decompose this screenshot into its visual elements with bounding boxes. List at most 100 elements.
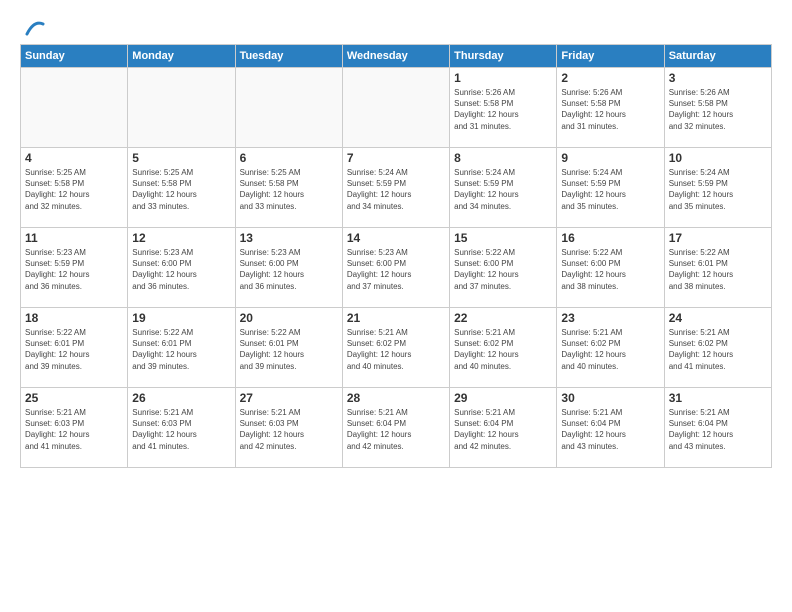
day-number: 18 bbox=[25, 311, 123, 325]
calendar-cell: 2 Sunrise: 5:26 AM Sunset: 5:58 PM Daylig… bbox=[557, 68, 664, 148]
calendar-week-row: 1 Sunrise: 5:26 AM Sunset: 5:58 PM Daylig… bbox=[21, 68, 772, 148]
calendar-cell: 18 Sunrise: 5:22 AM Sunset: 6:01 PM Dayli… bbox=[21, 308, 128, 388]
day-number: 15 bbox=[454, 231, 552, 245]
day-number: 21 bbox=[347, 311, 445, 325]
calendar-cell bbox=[128, 68, 235, 148]
day-number: 10 bbox=[669, 151, 767, 165]
day-info: Sunrise: 5:21 AM Sunset: 6:02 PM Dayligh… bbox=[561, 327, 659, 372]
calendar-cell: 29 Sunrise: 5:21 AM Sunset: 6:04 PM Dayli… bbox=[450, 388, 557, 468]
day-info: Sunrise: 5:21 AM Sunset: 6:03 PM Dayligh… bbox=[240, 407, 338, 452]
day-info: Sunrise: 5:21 AM Sunset: 6:04 PM Dayligh… bbox=[561, 407, 659, 452]
calendar-header-thursday: Thursday bbox=[450, 45, 557, 68]
day-info: Sunrise: 5:23 AM Sunset: 6:00 PM Dayligh… bbox=[347, 247, 445, 292]
calendar-cell: 26 Sunrise: 5:21 AM Sunset: 6:03 PM Dayli… bbox=[128, 388, 235, 468]
day-number: 1 bbox=[454, 71, 552, 85]
day-info: Sunrise: 5:22 AM Sunset: 6:01 PM Dayligh… bbox=[240, 327, 338, 372]
calendar-header-tuesday: Tuesday bbox=[235, 45, 342, 68]
day-info: Sunrise: 5:21 AM Sunset: 6:03 PM Dayligh… bbox=[132, 407, 230, 452]
day-number: 25 bbox=[25, 391, 123, 405]
day-number: 11 bbox=[25, 231, 123, 245]
calendar-cell: 19 Sunrise: 5:22 AM Sunset: 6:01 PM Dayli… bbox=[128, 308, 235, 388]
page: SundayMondayTuesdayWednesdayThursdayFrid… bbox=[0, 0, 792, 612]
calendar-cell: 4 Sunrise: 5:25 AM Sunset: 5:58 PM Daylig… bbox=[21, 148, 128, 228]
day-number: 8 bbox=[454, 151, 552, 165]
day-info: Sunrise: 5:24 AM Sunset: 5:59 PM Dayligh… bbox=[347, 167, 445, 212]
calendar-header-sunday: Sunday bbox=[21, 45, 128, 68]
day-number: 24 bbox=[669, 311, 767, 325]
logo bbox=[20, 18, 45, 38]
calendar-header-friday: Friday bbox=[557, 45, 664, 68]
calendar-cell bbox=[342, 68, 449, 148]
day-info: Sunrise: 5:22 AM Sunset: 6:00 PM Dayligh… bbox=[561, 247, 659, 292]
calendar-week-row: 11 Sunrise: 5:23 AM Sunset: 5:59 PM Dayli… bbox=[21, 228, 772, 308]
calendar-cell: 15Sunrise: 5:22 AM Sunset: 6:00 PM Dayli… bbox=[450, 228, 557, 308]
day-info: Sunrise: 5:21 AM Sunset: 6:02 PM Dayligh… bbox=[347, 327, 445, 372]
day-info: Sunrise: 5:23 AM Sunset: 5:59 PM Dayligh… bbox=[25, 247, 123, 292]
day-info: Sunrise: 5:22 AM Sunset: 6:01 PM Dayligh… bbox=[132, 327, 230, 372]
calendar-week-row: 18 Sunrise: 5:22 AM Sunset: 6:01 PM Dayli… bbox=[21, 308, 772, 388]
day-info: Sunrise: 5:21 AM Sunset: 6:04 PM Dayligh… bbox=[347, 407, 445, 452]
calendar-cell: 31 Sunrise: 5:21 AM Sunset: 6:04 PM Dayli… bbox=[664, 388, 771, 468]
calendar-cell: 9 Sunrise: 5:24 AM Sunset: 5:59 PM Daylig… bbox=[557, 148, 664, 228]
day-info: Sunrise: 5:25 AM Sunset: 5:58 PM Dayligh… bbox=[25, 167, 123, 212]
calendar-cell: 21 Sunrise: 5:21 AM Sunset: 6:02 PM Dayli… bbox=[342, 308, 449, 388]
day-info: Sunrise: 5:26 AM Sunset: 5:58 PM Dayligh… bbox=[561, 87, 659, 132]
calendar-cell: 8 Sunrise: 5:24 AM Sunset: 5:59 PM Daylig… bbox=[450, 148, 557, 228]
calendar-cell: 11 Sunrise: 5:23 AM Sunset: 5:59 PM Dayli… bbox=[21, 228, 128, 308]
day-number: 27 bbox=[240, 391, 338, 405]
day-number: 12 bbox=[132, 231, 230, 245]
calendar-cell: 27 Sunrise: 5:21 AM Sunset: 6:03 PM Dayli… bbox=[235, 388, 342, 468]
calendar-cell: 3 Sunrise: 5:26 AM Sunset: 5:58 PM Daylig… bbox=[664, 68, 771, 148]
day-info: Sunrise: 5:21 AM Sunset: 6:04 PM Dayligh… bbox=[454, 407, 552, 452]
calendar-cell: 14 Sunrise: 5:23 AM Sunset: 6:00 PM Dayli… bbox=[342, 228, 449, 308]
calendar-cell: 5 Sunrise: 5:25 AM Sunset: 5:58 PM Daylig… bbox=[128, 148, 235, 228]
day-number: 6 bbox=[240, 151, 338, 165]
day-info: Sunrise: 5:26 AM Sunset: 5:58 PM Dayligh… bbox=[454, 87, 552, 132]
day-number: 9 bbox=[561, 151, 659, 165]
calendar-cell: 20 Sunrise: 5:22 AM Sunset: 6:01 PM Dayli… bbox=[235, 308, 342, 388]
day-number: 5 bbox=[132, 151, 230, 165]
calendar-week-row: 25 Sunrise: 5:21 AM Sunset: 6:03 PM Dayli… bbox=[21, 388, 772, 468]
calendar-cell bbox=[235, 68, 342, 148]
day-number: 31 bbox=[669, 391, 767, 405]
calendar-cell: 17Sunrise: 5:22 AM Sunset: 6:01 PM Dayli… bbox=[664, 228, 771, 308]
calendar-header-saturday: Saturday bbox=[664, 45, 771, 68]
day-info: Sunrise: 5:21 AM Sunset: 6:04 PM Dayligh… bbox=[669, 407, 767, 452]
logo-icon bbox=[23, 16, 45, 38]
day-number: 17 bbox=[669, 231, 767, 245]
calendar-cell: 23 Sunrise: 5:21 AM Sunset: 6:02 PM Dayli… bbox=[557, 308, 664, 388]
day-info: Sunrise: 5:24 AM Sunset: 5:59 PM Dayligh… bbox=[561, 167, 659, 212]
day-number: 26 bbox=[132, 391, 230, 405]
calendar-cell: 24 Sunrise: 5:21 AM Sunset: 6:02 PM Dayli… bbox=[664, 308, 771, 388]
calendar-header-monday: Monday bbox=[128, 45, 235, 68]
day-number: 23 bbox=[561, 311, 659, 325]
day-number: 20 bbox=[240, 311, 338, 325]
day-number: 2 bbox=[561, 71, 659, 85]
calendar-cell: 28Sunrise: 5:21 AM Sunset: 6:04 PM Dayli… bbox=[342, 388, 449, 468]
day-info: Sunrise: 5:21 AM Sunset: 6:02 PM Dayligh… bbox=[669, 327, 767, 372]
day-number: 19 bbox=[132, 311, 230, 325]
calendar-cell: 6 Sunrise: 5:25 AM Sunset: 5:58 PM Daylig… bbox=[235, 148, 342, 228]
day-number: 4 bbox=[25, 151, 123, 165]
calendar-cell: 7Sunrise: 5:24 AM Sunset: 5:59 PM Daylig… bbox=[342, 148, 449, 228]
calendar: SundayMondayTuesdayWednesdayThursdayFrid… bbox=[20, 44, 772, 468]
day-info: Sunrise: 5:25 AM Sunset: 5:58 PM Dayligh… bbox=[240, 167, 338, 212]
day-info: Sunrise: 5:24 AM Sunset: 5:59 PM Dayligh… bbox=[454, 167, 552, 212]
calendar-header-row: SundayMondayTuesdayWednesdayThursdayFrid… bbox=[21, 45, 772, 68]
day-info: Sunrise: 5:26 AM Sunset: 5:58 PM Dayligh… bbox=[669, 87, 767, 132]
day-info: Sunrise: 5:21 AM Sunset: 6:02 PM Dayligh… bbox=[454, 327, 552, 372]
header bbox=[20, 18, 772, 38]
day-info: Sunrise: 5:24 AM Sunset: 5:59 PM Dayligh… bbox=[669, 167, 767, 212]
day-number: 22 bbox=[454, 311, 552, 325]
day-number: 3 bbox=[669, 71, 767, 85]
calendar-cell: 1 Sunrise: 5:26 AM Sunset: 5:58 PM Daylig… bbox=[450, 68, 557, 148]
calendar-week-row: 4 Sunrise: 5:25 AM Sunset: 5:58 PM Daylig… bbox=[21, 148, 772, 228]
day-number: 29 bbox=[454, 391, 552, 405]
day-info: Sunrise: 5:23 AM Sunset: 6:00 PM Dayligh… bbox=[240, 247, 338, 292]
calendar-cell: 25Sunrise: 5:21 AM Sunset: 6:03 PM Dayli… bbox=[21, 388, 128, 468]
calendar-header-wednesday: Wednesday bbox=[342, 45, 449, 68]
calendar-cell: 30Sunrise: 5:21 AM Sunset: 6:04 PM Dayli… bbox=[557, 388, 664, 468]
day-info: Sunrise: 5:25 AM Sunset: 5:58 PM Dayligh… bbox=[132, 167, 230, 212]
day-number: 14 bbox=[347, 231, 445, 245]
day-info: Sunrise: 5:22 AM Sunset: 6:01 PM Dayligh… bbox=[25, 327, 123, 372]
